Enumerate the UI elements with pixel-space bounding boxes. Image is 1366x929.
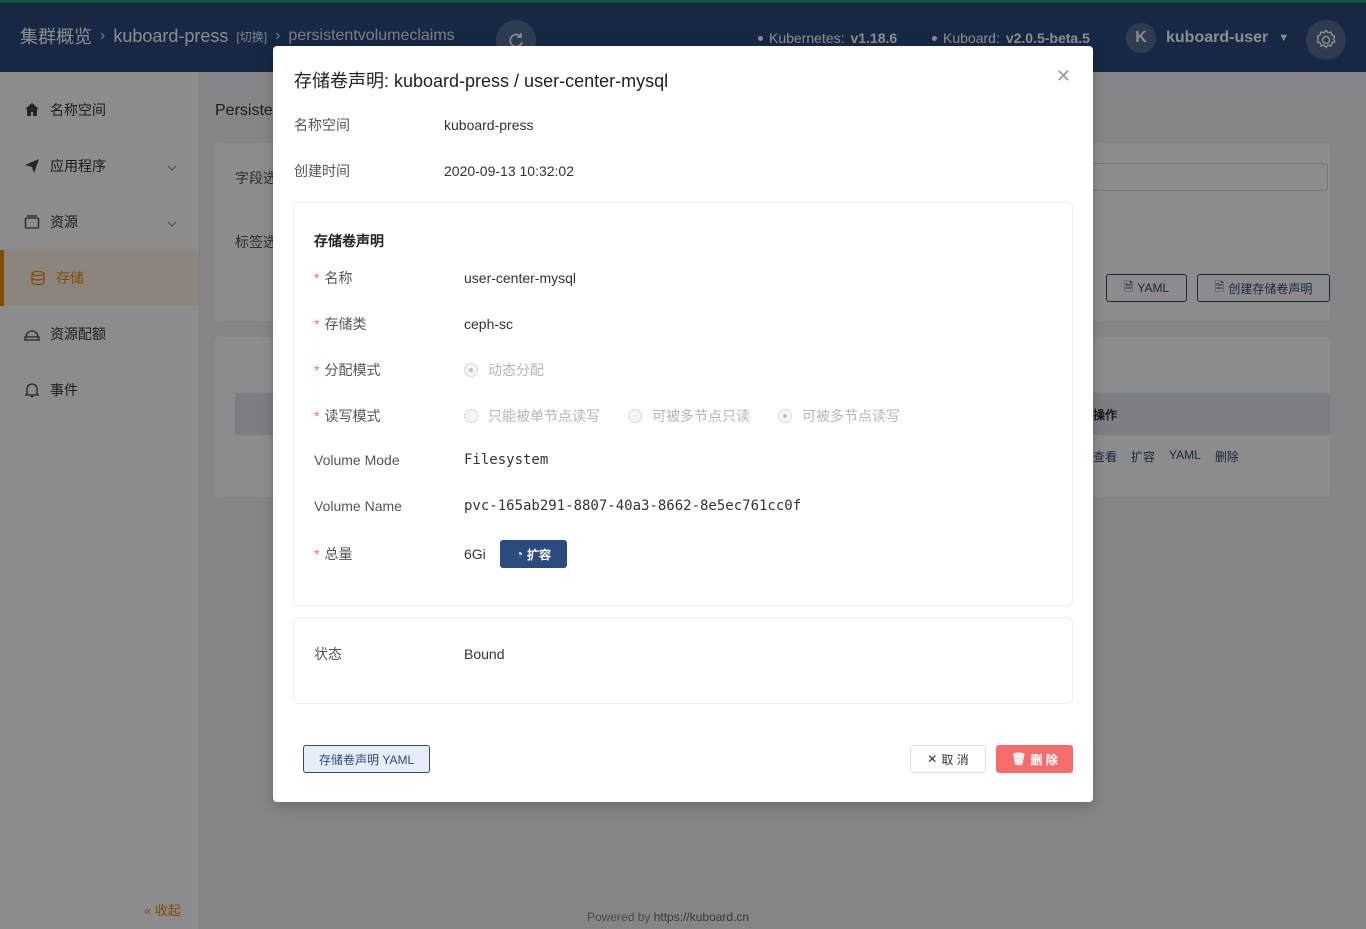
cancel-button[interactable]: ✕ 取 消 bbox=[910, 745, 986, 773]
storage-class-row: * 存储类 ceph-sc bbox=[314, 314, 513, 334]
pvc-detail-dialog: 存储卷声明: kuboard-press / user-center-mysql… bbox=[273, 46, 1093, 802]
access-mode-label: 读写模式 bbox=[324, 408, 381, 424]
volume-mode-value: Filesystem bbox=[464, 452, 549, 468]
status-row: 状态 Bound bbox=[314, 644, 504, 664]
radio-checked-icon bbox=[464, 363, 478, 377]
size-label: 总量 bbox=[324, 546, 353, 562]
required-mark: * bbox=[314, 362, 320, 378]
cancel-label: 取 消 bbox=[941, 752, 969, 767]
size-row: * 总量 6Gi ◔ 扩容 bbox=[314, 540, 568, 568]
alloc-mode-label: 分配模式 bbox=[324, 362, 381, 378]
radio-label: 只能被单节点读写 bbox=[488, 408, 600, 424]
dialog-title: 存储卷声明: kuboard-press / user-center-mysql bbox=[294, 71, 669, 91]
volume-mode-label: Volume Mode bbox=[314, 452, 400, 468]
delete-button[interactable]: 🗑 删 除 bbox=[996, 745, 1073, 773]
volume-name-label: Volume Name bbox=[314, 498, 402, 514]
volume-name-value: pvc-165ab291-8807-40a3-8662-8e5ec761cc0f bbox=[464, 498, 802, 514]
alloc-dynamic-radio[interactable]: 动态分配 bbox=[464, 360, 544, 380]
radio-label: 动态分配 bbox=[488, 362, 544, 378]
delete-label: 删 除 bbox=[1030, 752, 1058, 767]
namespace-value: kuboard-press bbox=[444, 117, 534, 133]
rwo-radio[interactable]: 只能被单节点读写 bbox=[464, 406, 600, 426]
close-icon[interactable]: ✕ bbox=[1056, 66, 1071, 87]
required-mark: * bbox=[314, 408, 320, 424]
size-value: 6Gi bbox=[464, 546, 486, 562]
radio-label: 可被多节点只读 bbox=[652, 408, 750, 424]
required-mark: * bbox=[314, 316, 320, 332]
expand-button[interactable]: ◔ 扩容 bbox=[499, 540, 568, 568]
volume-mode-row: Volume Mode Filesystem bbox=[314, 452, 548, 468]
status-section: 状态 Bound bbox=[293, 617, 1073, 704]
close-icon: ✕ bbox=[927, 752, 938, 766]
access-mode-row: * 读写模式 只能被单节点读写 可被多节点只读 可被多节点读写 bbox=[314, 406, 928, 426]
namespace-row: 名称空间 kuboard-press bbox=[294, 115, 534, 135]
pvc-spec-section: 存储卷声明 * 名称 user-center-mysql * 存储类 ceph-sc… bbox=[293, 202, 1073, 606]
expand-icon: ◔ bbox=[515, 547, 524, 561]
status-label: 状态 bbox=[314, 646, 342, 662]
created-row: 创建时间 2020-09-13 10:32:02 bbox=[294, 161, 574, 181]
volume-name-row: Volume Name pvc-165ab291-8807-40a3-8662-… bbox=[314, 498, 801, 514]
trash-icon: 🗑 bbox=[1011, 752, 1027, 766]
radio-unchecked-icon bbox=[628, 409, 642, 423]
created-label: 创建时间 bbox=[294, 163, 350, 179]
rox-radio[interactable]: 可被多节点只读 bbox=[628, 406, 750, 426]
name-row: * 名称 user-center-mysql bbox=[314, 268, 576, 288]
radio-checked-icon bbox=[778, 409, 792, 423]
section-title: 存储卷声明 bbox=[314, 233, 384, 249]
storage-class-value: ceph-sc bbox=[464, 316, 514, 332]
required-mark: * bbox=[314, 546, 320, 562]
created-value: 2020-09-13 10:32:02 bbox=[444, 163, 574, 179]
pvc-yaml-button[interactable]: 存储卷声明 YAML bbox=[303, 745, 431, 773]
alloc-mode-row: * 分配模式 动态分配 bbox=[314, 360, 572, 380]
status-value: Bound bbox=[464, 646, 505, 662]
name-value: user-center-mysql bbox=[464, 270, 577, 286]
namespace-label: 名称空间 bbox=[294, 117, 350, 133]
storage-class-label: 存储类 bbox=[324, 316, 367, 332]
required-mark: * bbox=[314, 270, 320, 286]
rwx-radio[interactable]: 可被多节点读写 bbox=[778, 406, 900, 426]
expand-button-label: 扩容 bbox=[527, 547, 552, 562]
radio-unchecked-icon bbox=[464, 409, 478, 423]
name-label: 名称 bbox=[324, 270, 353, 286]
radio-label: 可被多节点读写 bbox=[802, 408, 900, 424]
